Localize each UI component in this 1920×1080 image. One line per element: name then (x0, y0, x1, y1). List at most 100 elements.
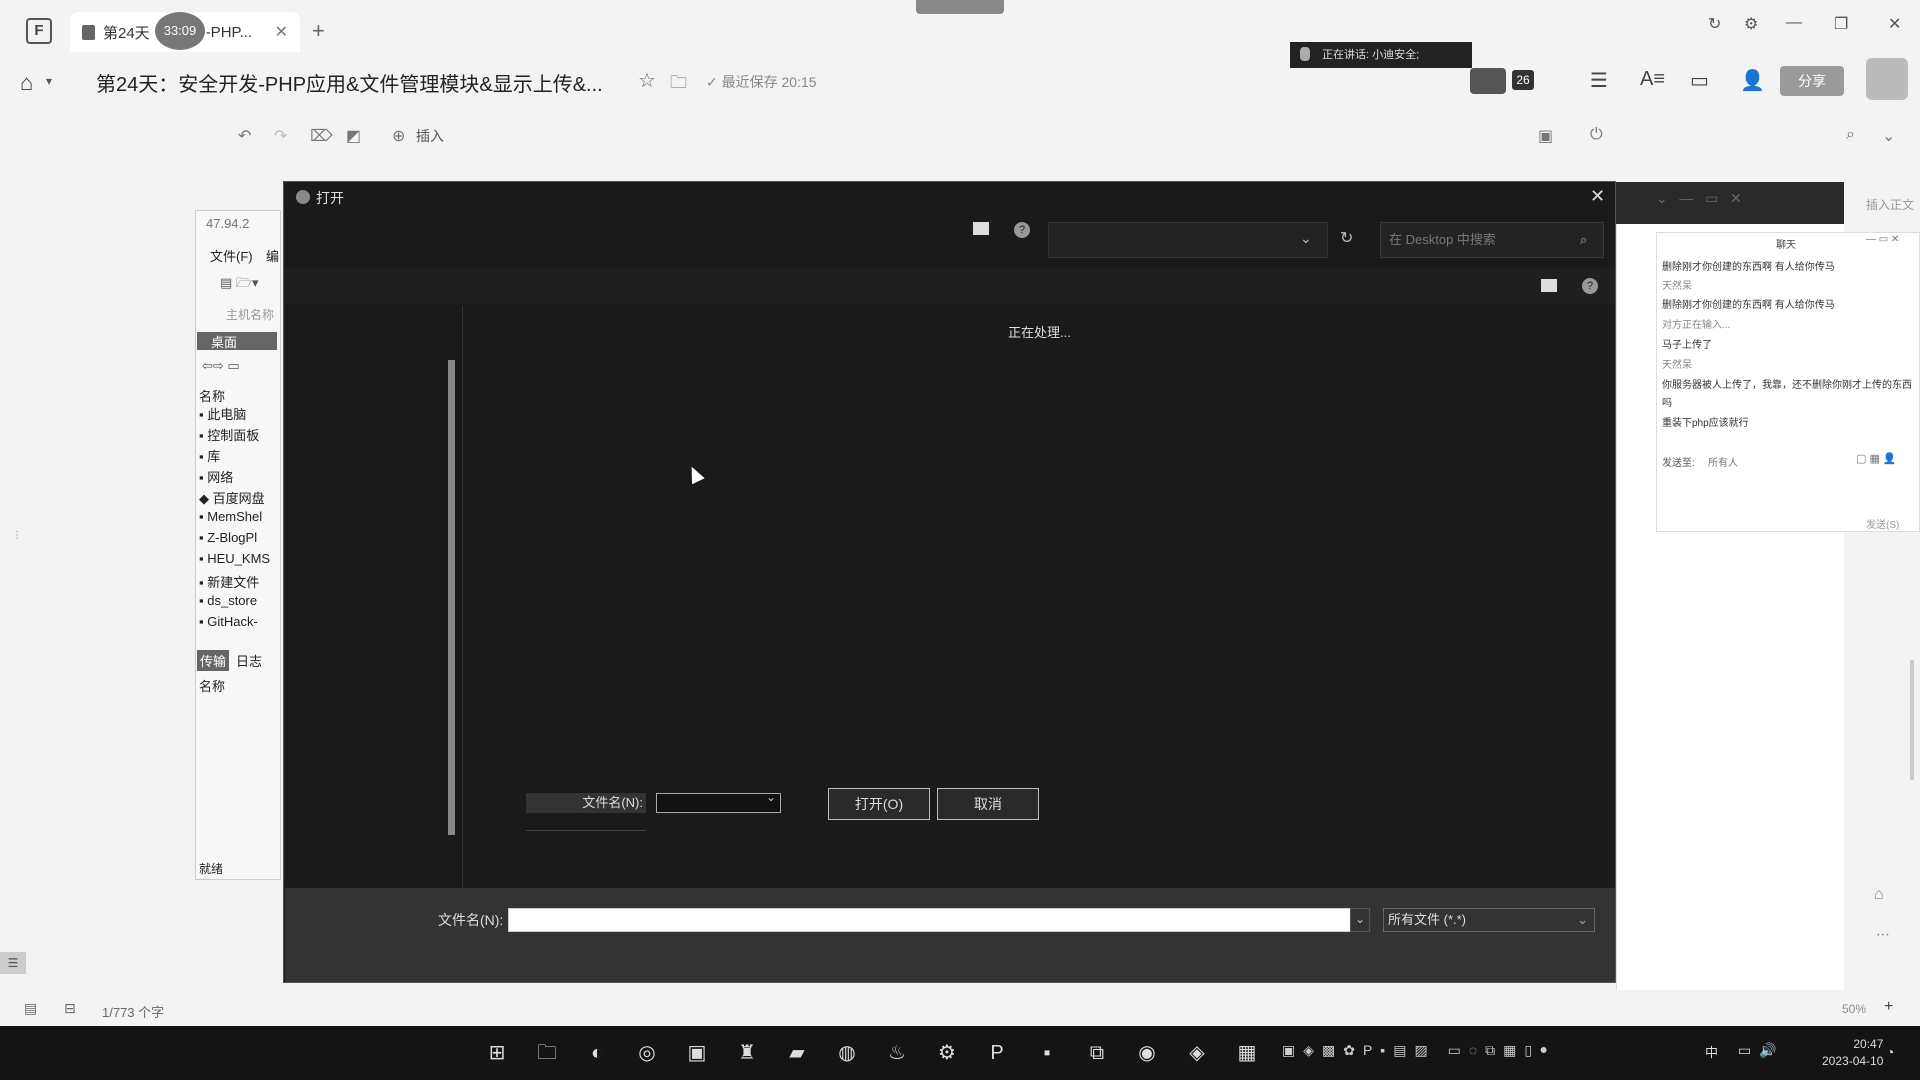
format-painter-icon[interactable]: ⌦ (310, 126, 333, 146)
filetype-select[interactable]: 所有文件 (*.*) ⌄ (1383, 908, 1595, 932)
tree-item[interactable]: ▪ MemShel (199, 509, 270, 530)
home-icon[interactable]: ⌂ (20, 70, 33, 96)
send-to-select[interactable]: 所有人 (1708, 454, 1738, 469)
tab-close-icon[interactable]: ✕ (275, 22, 288, 42)
tree-item[interactable]: ▪ Z-BlogPl (199, 530, 270, 551)
tree-item[interactable]: ▪ 库 (199, 446, 270, 467)
view-toggle-icon-2[interactable] (1541, 279, 1557, 292)
collaborator-icon[interactable]: 👤 (1740, 68, 1765, 93)
tree-item[interactable]: ▪ 控制面板 (199, 425, 270, 446)
help-icon[interactable]: ? (1014, 222, 1030, 238)
address-dropdown-icon[interactable]: ⌄ (1300, 230, 1312, 247)
inner-filename-input[interactable] (656, 790, 781, 813)
menu-edit[interactable]: 编 (266, 246, 279, 265)
tree-item[interactable]: ▪ 新建文件 (199, 572, 270, 593)
phpstorm-icon[interactable]: ▣ (684, 1040, 710, 1066)
terminal-icon[interactable]: ▪ (1034, 1040, 1060, 1066)
home-menu-chevron-icon[interactable]: ▾ (46, 74, 52, 88)
tree-item[interactable]: ▪ 此电脑 (199, 404, 270, 425)
more-icon[interactable]: ⋯ (1876, 926, 1890, 943)
send-button[interactable]: 发送(S) (1866, 516, 1899, 531)
avatar-group[interactable] (1470, 68, 1506, 94)
settings-gear-icon[interactable]: ⚙ (1744, 14, 1758, 34)
tree-item[interactable]: ▪ HEU_KMS (199, 551, 270, 572)
behind-window-controls[interactable]: ⌄ — ▭ ✕ (1656, 190, 1742, 207)
undo-icon[interactable]: ↶ (238, 126, 251, 146)
dialog-close-icon[interactable]: ✕ (1590, 186, 1605, 207)
view-toggle-icon[interactable] (973, 222, 989, 235)
back-forward-icons[interactable]: ⇦⇨ ▭ (202, 358, 240, 374)
layout-icon[interactable]: ⊟ (64, 1000, 76, 1017)
notification-icon[interactable]: ◔ (1886, 1044, 1894, 1060)
zoom-in-icon[interactable]: + (1884, 998, 1893, 1016)
tree-item[interactable]: ◆ 百度网盘 (199, 488, 270, 509)
sync-icon[interactable]: ↻ (1708, 14, 1721, 34)
image-icon[interactable]: ▰ (784, 1040, 810, 1066)
redo-icon[interactable]: ↷ (274, 126, 287, 146)
page-word-count[interactable]: 1/773 个字 (102, 1002, 164, 1021)
tree-item[interactable]: ▪ GitHack- (199, 614, 270, 635)
tree-item[interactable]: ▪ ds_store (199, 593, 270, 614)
file-explorer-icon[interactable]: 🗀 (534, 1040, 560, 1066)
inner-cancel-button[interactable]: 取消 (937, 788, 1039, 820)
search-icon[interactable]: ⌕ (1580, 232, 1587, 248)
window-switch-icon[interactable]: ⧉ (1084, 1040, 1110, 1066)
shirt-icon[interactable]: ⌂ (1874, 886, 1884, 904)
chat-window-controls[interactable]: — ▭ ✕ (1866, 234, 1899, 245)
game-icon[interactable]: ◈ (1184, 1040, 1210, 1066)
network-volume-icons[interactable]: ▭🔊 (1738, 1042, 1785, 1059)
filename-dropdown-icon[interactable]: ⌄ (1350, 908, 1370, 932)
chat-tools-icons[interactable]: ▢ ▦ 👤 (1856, 452, 1897, 465)
settings-icon[interactable]: ⚙ (934, 1040, 960, 1066)
side-outline-icon[interactable]: ⋮ (12, 530, 24, 560)
user-avatar[interactable] (1866, 58, 1908, 100)
chrome-icon[interactable]: ◎ (634, 1040, 660, 1066)
star-icon[interactable]: ☆ (638, 68, 656, 93)
zoom-level[interactable]: 50% (1842, 1002, 1866, 1016)
help-icon-2[interactable]: ? (1582, 278, 1598, 294)
right-scrollbar[interactable] (1910, 660, 1914, 780)
minimize-icon[interactable]: — (1786, 14, 1802, 32)
new-tab-icon[interactable]: + (312, 18, 325, 44)
insert-menu[interactable]: 插入 (416, 126, 444, 146)
edge-icon[interactable]: ◐ (584, 1040, 610, 1066)
tray-icons[interactable]: ▣◈▩✿P▪▤▨ ▭◌⧉▦▯⏺ (1282, 1042, 1555, 1059)
search-input[interactable]: 在 Desktop 中搜索 (1380, 222, 1604, 258)
clock[interactable]: 20:47 2023-04-10 (1822, 1036, 1883, 1070)
tree-item[interactable]: ▪ 网络 (199, 467, 270, 488)
browser-icon[interactable]: ◍ (834, 1040, 860, 1066)
close-window-icon[interactable]: ✕ (1888, 14, 1901, 34)
eraser-icon[interactable]: ◩ (346, 126, 361, 146)
refresh-icon[interactable]: ↻ (1340, 228, 1353, 248)
screen-share-handle[interactable] (916, 0, 1004, 14)
insert-plus-icon[interactable]: ⊕ (392, 126, 405, 146)
outline-toggle-icon[interactable]: ☰ (0, 952, 26, 974)
present-icon[interactable]: ▭ (1690, 68, 1709, 93)
block-icon[interactable]: ▣ (1538, 126, 1553, 146)
restore-icon[interactable]: ❐ (1834, 14, 1848, 34)
menu-file[interactable]: 文件(F) (210, 246, 253, 265)
folder-icon[interactable]: 🗀 (670, 70, 687, 99)
plugin-icon[interactable]: ⏻ (1590, 126, 1603, 144)
transfer-tab[interactable]: 传输 (197, 650, 230, 671)
menu-list-icon[interactable]: ☰ (1590, 68, 1608, 93)
share-button[interactable]: 分享 (1780, 66, 1844, 96)
app-icon[interactable]: ♜ (734, 1040, 760, 1066)
start-icon[interactable]: ⊞ (484, 1040, 510, 1066)
app-logo-icon[interactable]: F (26, 18, 52, 44)
desktop-tab[interactable]: 桌面 (197, 332, 277, 350)
notepad-icon[interactable]: ▦ (1234, 1040, 1260, 1066)
ime-indicator[interactable]: 中 (1705, 1042, 1718, 1061)
nav-pane-scrollbar[interactable] (448, 360, 455, 835)
log-tab[interactable]: 日志 (236, 651, 262, 670)
p-app-icon[interactable]: P (984, 1040, 1010, 1066)
java-icon[interactable]: ♨ (884, 1040, 910, 1066)
font-size-icon[interactable]: A≡ (1640, 68, 1665, 91)
filename-input[interactable] (508, 908, 1353, 932)
new-folder-icon[interactable]: ▤ 🗁▾ (220, 274, 259, 296)
inner-open-button[interactable]: 打开(O) (828, 788, 930, 820)
collapse-chevron-icon[interactable]: ⌄ (1882, 126, 1895, 146)
search-icon[interactable]: ⌕ (1846, 126, 1855, 144)
steam-icon[interactable]: ◉ (1134, 1040, 1160, 1066)
page-view-icon[interactable]: ▤ (24, 1000, 37, 1017)
